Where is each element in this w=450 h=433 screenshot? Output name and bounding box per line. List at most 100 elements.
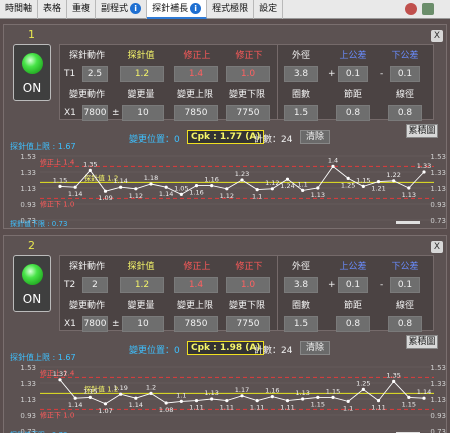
accumulate-button[interactable]: 累積圖 — [406, 335, 438, 349]
data-point — [346, 399, 350, 403]
wire-dia-field[interactable]: 0.8 — [388, 105, 422, 121]
change-position: 變更位置：0 — [129, 135, 180, 145]
data-point — [58, 184, 62, 188]
change-upper-field[interactable]: 7850 — [174, 316, 218, 332]
change-amount-field[interactable]: 10 — [122, 316, 164, 332]
tab-label: 時間軸 — [5, 4, 33, 14]
change-amount-field[interactable]: 10 — [122, 105, 164, 121]
t-value-field[interactable]: 2 — [82, 277, 108, 293]
data-point — [179, 399, 183, 403]
data-label: 1.4 — [328, 156, 338, 164]
plus-sign: + — [328, 69, 336, 79]
spring-params-panel: 外徑 上公差 下公差 3.8 + 0.1 - 0.1 圈數 節距 線徑 1.5 … — [277, 44, 434, 121]
pitch-field[interactable]: 0.8 — [336, 105, 370, 121]
cpk-badge: Cpk : 1.98 (A) — [187, 341, 265, 355]
tab-label: 副程式 — [101, 4, 129, 14]
stop-icon[interactable] — [405, 3, 417, 15]
on-toggle-button[interactable]: ON — [13, 44, 51, 101]
tab-subprogram[interactable]: 副程式 i — [96, 0, 148, 19]
data-label: 1.37 — [53, 370, 67, 378]
upper-tol-field[interactable]: 0.1 — [338, 66, 368, 82]
data-label: 1.05 — [174, 184, 188, 192]
tab-probe-compensation[interactable]: 探針補長 i — [147, 0, 208, 19]
corr-up-field[interactable]: 1.4 — [174, 66, 218, 82]
lower-tol-field[interactable]: 0.1 — [390, 66, 420, 82]
data-point — [88, 395, 92, 399]
data-label: 1.16 — [265, 387, 279, 395]
clear-button[interactable]: 清除 — [300, 341, 330, 355]
tab-settings[interactable]: 設定 — [254, 0, 284, 19]
info-icon[interactable]: i — [130, 3, 142, 14]
x-value-field[interactable]: 7800 — [82, 105, 108, 121]
corr-down-field[interactable]: 1.0 — [226, 277, 270, 293]
info-icon[interactable]: i — [190, 3, 202, 14]
y-tick-label-right: 1.33 — [430, 169, 446, 177]
lower-tol-field[interactable]: 0.1 — [390, 277, 420, 293]
accumulate-button[interactable]: 累積圖 — [406, 124, 438, 138]
tab-label: 探針補長 — [152, 4, 189, 14]
probe-action-label: 探針動作 — [68, 262, 105, 272]
data-label: 1.12 — [220, 192, 234, 200]
chart-scrollbar — [396, 221, 420, 224]
pitch-field[interactable]: 0.8 — [336, 316, 370, 332]
outer-dia-field[interactable]: 3.8 — [284, 277, 318, 293]
tab-timeline[interactable]: 時間軸 — [0, 0, 39, 19]
close-button[interactable]: X — [431, 30, 443, 42]
x-code: X1 — [64, 108, 76, 118]
data-point — [407, 395, 411, 399]
data-label: 1.11 — [371, 404, 385, 412]
turns-field[interactable]: 1.5 — [284, 316, 318, 332]
data-point — [210, 397, 214, 401]
data-point — [164, 185, 168, 189]
data-point — [103, 402, 108, 406]
change-upper-field[interactable]: 7850 — [174, 105, 218, 121]
y-tick-label-right: 1.53 — [430, 153, 446, 161]
data-label: 1.07 — [98, 407, 112, 415]
wire-dia-label: 線徑 — [395, 90, 414, 100]
data-point — [376, 399, 381, 403]
close-button[interactable]: X — [431, 241, 443, 253]
data-point — [73, 185, 77, 189]
data-point — [194, 399, 199, 403]
data-label: 1.12 — [265, 179, 279, 187]
data-point — [58, 378, 62, 382]
count-display: 計數：24 — [254, 135, 293, 145]
outer-dia-field[interactable]: 3.8 — [284, 66, 318, 82]
change-lower-field[interactable]: 7750 — [226, 316, 270, 332]
x-value-field[interactable]: 7800 — [82, 316, 108, 332]
corr-down-label: 修正下 1.0 — [40, 410, 74, 419]
tab-program-limits[interactable]: 程式極限 — [207, 0, 255, 19]
data-point — [392, 179, 396, 183]
upper-tol-field[interactable]: 0.1 — [338, 277, 368, 293]
turns-field[interactable]: 1.5 — [284, 105, 318, 121]
data-point — [103, 189, 108, 193]
clear-button[interactable]: 清除 — [300, 130, 330, 144]
probe-value-field[interactable]: 1.2 — [120, 66, 164, 82]
probe-value-field[interactable]: 1.2 — [120, 277, 164, 293]
tab-table[interactable]: 表格 — [38, 0, 68, 19]
on-label: ON — [22, 292, 42, 306]
upper-tol-label: 上公差 — [339, 262, 367, 272]
change-lower-label: 變更下限 — [228, 301, 265, 311]
data-point — [316, 186, 320, 190]
count-display: 計數：24 — [254, 346, 293, 356]
outer-dia-label: 外徑 — [291, 51, 310, 61]
data-point — [134, 187, 138, 191]
corr-up-field[interactable]: 1.4 — [174, 277, 218, 293]
y-tick-label-right: 0.73 — [430, 217, 446, 225]
change-lower-field[interactable]: 7750 — [226, 105, 270, 121]
change-action-label: 變更動作 — [68, 301, 105, 311]
y-tick-label: 0.93 — [20, 412, 36, 420]
window-icon[interactable] — [422, 3, 434, 15]
t-value-field[interactable]: 2.5 — [82, 66, 108, 82]
tab-repeat[interactable]: 重複 — [67, 0, 97, 19]
corr-down-field[interactable]: 1.0 — [226, 66, 270, 82]
probe-chart: 1.53 1.531.33 1.331.13 1.130.93 0.930.73 0.73… — [10, 364, 446, 433]
wire-dia-field[interactable]: 0.8 — [388, 316, 422, 332]
data-label: 1.19 — [113, 384, 127, 392]
data-point — [407, 186, 411, 190]
on-toggle-button[interactable]: ON — [13, 255, 51, 312]
data-point — [301, 397, 305, 401]
data-label: 1.22 — [386, 171, 400, 179]
lower-tol-label: 下公差 — [391, 51, 419, 61]
